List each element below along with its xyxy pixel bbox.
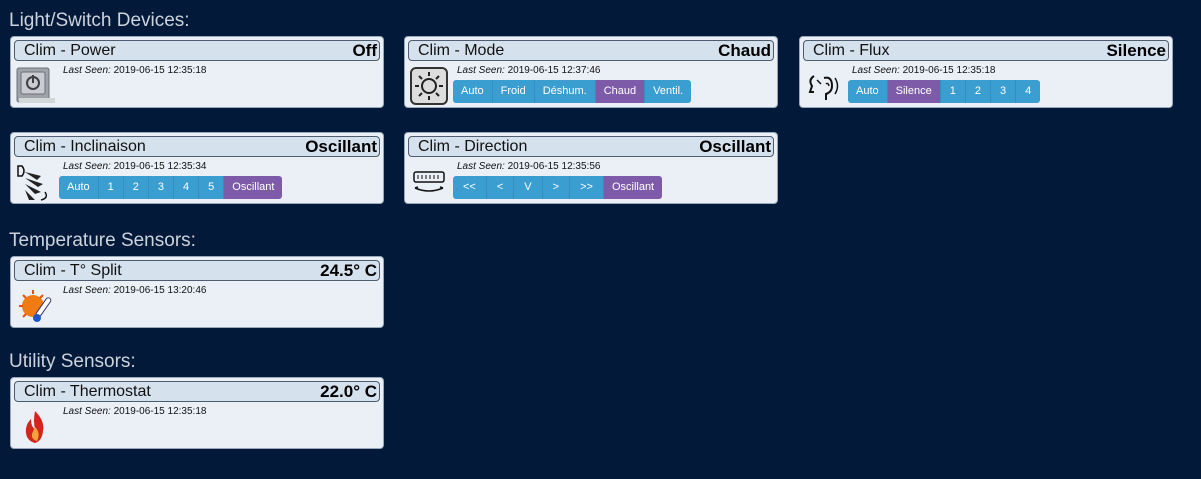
flux-button-4[interactable]: 4 bbox=[1016, 80, 1041, 103]
inclinaison-button-4[interactable]: 4 bbox=[174, 176, 200, 199]
device-card-direction: Clim - Direction Oscillant Last Seen: 20… bbox=[404, 132, 778, 204]
section-title-switches: Light/Switch Devices: bbox=[9, 10, 190, 31]
section-title-temperature: Temperature Sensors: bbox=[9, 230, 196, 251]
direction-button-oscillant[interactable]: Oscillant bbox=[603, 176, 663, 199]
silence-icon bbox=[804, 66, 844, 106]
direction-button-right[interactable]: > bbox=[542, 176, 571, 199]
last-seen: Last Seen: 2019-06-15 12:35:18 bbox=[63, 65, 207, 76]
last-seen: Last Seen: 2019-06-15 12:37:46 bbox=[457, 65, 601, 76]
inclinaison-button-oscillant[interactable]: Oscillant bbox=[224, 176, 283, 199]
device-name: Clim - T° Split bbox=[24, 262, 122, 279]
device-card-power: Clim - Power Off Last Seen: 2019-06-15 1… bbox=[10, 36, 384, 108]
device-name: Clim - Flux bbox=[813, 42, 890, 59]
last-seen: Last Seen: 2019-06-15 12:35:18 bbox=[63, 406, 207, 417]
inclinaison-button-1[interactable]: 1 bbox=[98, 176, 124, 199]
card-header: Clim - Power Off bbox=[14, 40, 380, 61]
device-status: Off bbox=[352, 41, 377, 60]
mode-button-deshum[interactable]: Déshum. bbox=[534, 80, 596, 103]
inclinaison-button-auto[interactable]: Auto bbox=[59, 176, 99, 199]
inclinaison-button-5[interactable]: 5 bbox=[199, 176, 225, 199]
flux-button-silence[interactable]: Silence bbox=[887, 80, 941, 103]
flux-button-auto[interactable]: Auto bbox=[848, 80, 888, 103]
direction-button-center[interactable]: V bbox=[514, 176, 543, 199]
inclinaison-button-3[interactable]: 3 bbox=[148, 176, 175, 199]
thermometer-sun-icon bbox=[15, 286, 55, 326]
card-header: Clim - T° Split 24.5° C bbox=[14, 260, 380, 281]
device-card-mode: Clim - Mode Chaud Last Seen: 2019-06-15 … bbox=[404, 36, 778, 108]
device-card-thermostat: Clim - Thermostat 22.0° C Last Seen: 201… bbox=[10, 377, 384, 449]
flux-button-3[interactable]: 3 bbox=[990, 80, 1017, 103]
device-name: Clim - Mode bbox=[418, 42, 505, 59]
power-switch-icon[interactable] bbox=[15, 66, 55, 106]
mode-button-froid[interactable]: Froid bbox=[492, 80, 535, 103]
flux-button-1[interactable]: 1 bbox=[940, 80, 966, 103]
device-status: Oscillant bbox=[305, 137, 377, 156]
mode-button-chaud[interactable]: Chaud bbox=[595, 80, 646, 103]
louver-icon bbox=[15, 162, 55, 202]
mode-button-auto[interactable]: Auto bbox=[453, 80, 493, 103]
flame-icon[interactable] bbox=[15, 407, 55, 447]
card-header: Clim - Flux Silence bbox=[803, 40, 1169, 61]
direction-button-far-right[interactable]: >> bbox=[570, 176, 604, 199]
device-card-split: Clim - T° Split 24.5° C Last Seen: 2019-… bbox=[10, 256, 384, 328]
last-seen: Last Seen: 2019-06-15 12:35:56 bbox=[457, 161, 601, 172]
device-name: Clim - Inclinaison bbox=[24, 138, 146, 155]
device-status: Chaud bbox=[718, 41, 771, 60]
last-seen: Last Seen: 2019-06-15 13:20:46 bbox=[63, 285, 207, 296]
device-status: 22.0° C bbox=[320, 382, 377, 401]
mode-button-group: Auto Froid Déshum. Chaud Ventil. bbox=[453, 80, 692, 103]
card-header: Clim - Mode Chaud bbox=[408, 40, 774, 61]
device-card-inclinaison: Clim - Inclinaison Oscillant Last Seen: … bbox=[10, 132, 384, 204]
section-title-utility: Utility Sensors: bbox=[9, 351, 136, 372]
direction-button-far-left[interactable]: << bbox=[453, 176, 487, 199]
mode-button-ventil[interactable]: Ventil. bbox=[645, 80, 692, 103]
device-card-flux: Clim - Flux Silence Last Seen: 2019-06-1… bbox=[799, 36, 1173, 108]
direction-button-left[interactable]: < bbox=[486, 176, 515, 199]
last-seen: Last Seen: 2019-06-15 12:35:34 bbox=[63, 161, 207, 172]
direction-button-group: << < V > >> Oscillant bbox=[453, 176, 663, 199]
device-status: 24.5° C bbox=[320, 261, 377, 280]
device-name: Clim - Power bbox=[24, 42, 116, 59]
card-header: Clim - Direction Oscillant bbox=[408, 136, 774, 157]
device-name: Clim - Direction bbox=[418, 138, 528, 155]
sun-icon bbox=[409, 66, 449, 106]
card-header: Clim - Thermostat 22.0° C bbox=[14, 381, 380, 402]
flux-button-2[interactable]: 2 bbox=[965, 80, 991, 103]
device-status: Silence bbox=[1106, 41, 1166, 60]
device-status: Oscillant bbox=[699, 137, 771, 156]
card-header: Clim - Inclinaison Oscillant bbox=[14, 136, 380, 157]
inclinaison-button-group: Auto 1 2 3 4 5 Oscillant bbox=[59, 176, 283, 199]
last-seen: Last Seen: 2019-06-15 12:35:18 bbox=[852, 65, 996, 76]
inclinaison-button-2[interactable]: 2 bbox=[123, 176, 149, 199]
flux-button-group: Auto Silence 1 2 3 4 bbox=[848, 80, 1041, 103]
air-conditioner-icon bbox=[409, 162, 449, 202]
device-name: Clim - Thermostat bbox=[24, 383, 151, 400]
